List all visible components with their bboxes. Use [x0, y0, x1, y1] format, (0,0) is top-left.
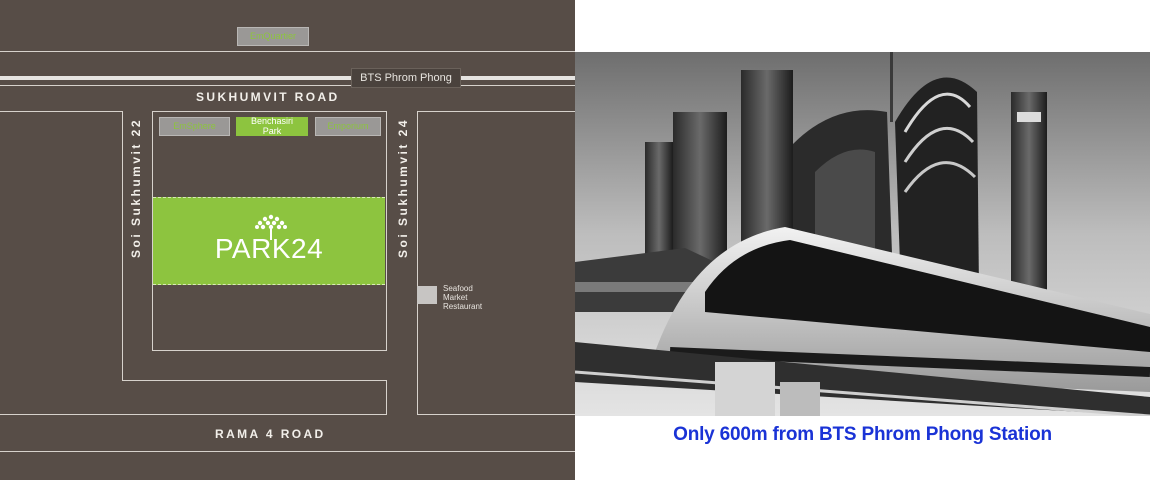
landmark-emsphere: EmSphere [159, 117, 230, 136]
road-label-soi22: Soi Sukhumvit 22 [129, 117, 143, 258]
seafood-market-label: Seafood Market Restaurant [443, 284, 482, 312]
landmark-benchasiri-label-2: Park [262, 125, 282, 136]
road-line-rama4-lower [0, 451, 575, 452]
road-line-rama4-upper [0, 414, 387, 415]
seafood-label-2: Market [443, 293, 468, 303]
seafood-label-3: Restaurant [443, 302, 483, 312]
project-park24: PARK24 [153, 197, 385, 285]
road-line-sukhumvit-upper [0, 85, 575, 86]
road-line-soi24-right [417, 111, 418, 415]
project-logo-text: PARK24 [214, 233, 324, 264]
landmark-emquartier: EmQuartier [237, 27, 309, 46]
road-label-soi24: Soi Sukhumvit 24 [396, 117, 410, 258]
road-line-right-bottom [417, 414, 575, 415]
landmark-emporium-label: Emporium [327, 120, 369, 131]
photo-caption: Only 600m from BTS Phrom Phong Station [673, 424, 1052, 445]
road-label-sukhumvit: SUKHUMVIT ROAD [196, 90, 340, 104]
photo-panel: Only 600m from BTS Phrom Phong Station [575, 0, 1150, 480]
landmark-emquartier-label: EmQuartier [249, 30, 296, 41]
road-line-right-block-top [417, 111, 575, 112]
bts-rail-line [0, 76, 575, 80]
road-line-left-block-top [0, 111, 122, 112]
seafood-label-1: Seafood [443, 284, 473, 293]
road-line-soi22-left [122, 111, 123, 381]
road-line-inner-right [386, 380, 387, 415]
road-line-top [0, 51, 575, 52]
road-line-left-bottom [122, 380, 387, 381]
road-label-rama4: RAMA 4 ROAD [215, 427, 326, 441]
landmark-benchasiri-park: Benchasiri Park [236, 116, 308, 136]
location-map: EmQuartier BTS Phrom Phong SUKHUMVIT ROA… [0, 0, 575, 480]
station-label: BTS Phrom Phong [360, 72, 452, 84]
station-bts-phrom-phong: BTS Phrom Phong [351, 68, 461, 88]
seafood-market-marker [417, 286, 437, 304]
landmark-emporium: Emporium [315, 117, 381, 136]
skytrain-photo [575, 52, 1150, 416]
landmark-emsphere-label: EmSphere [173, 120, 216, 131]
